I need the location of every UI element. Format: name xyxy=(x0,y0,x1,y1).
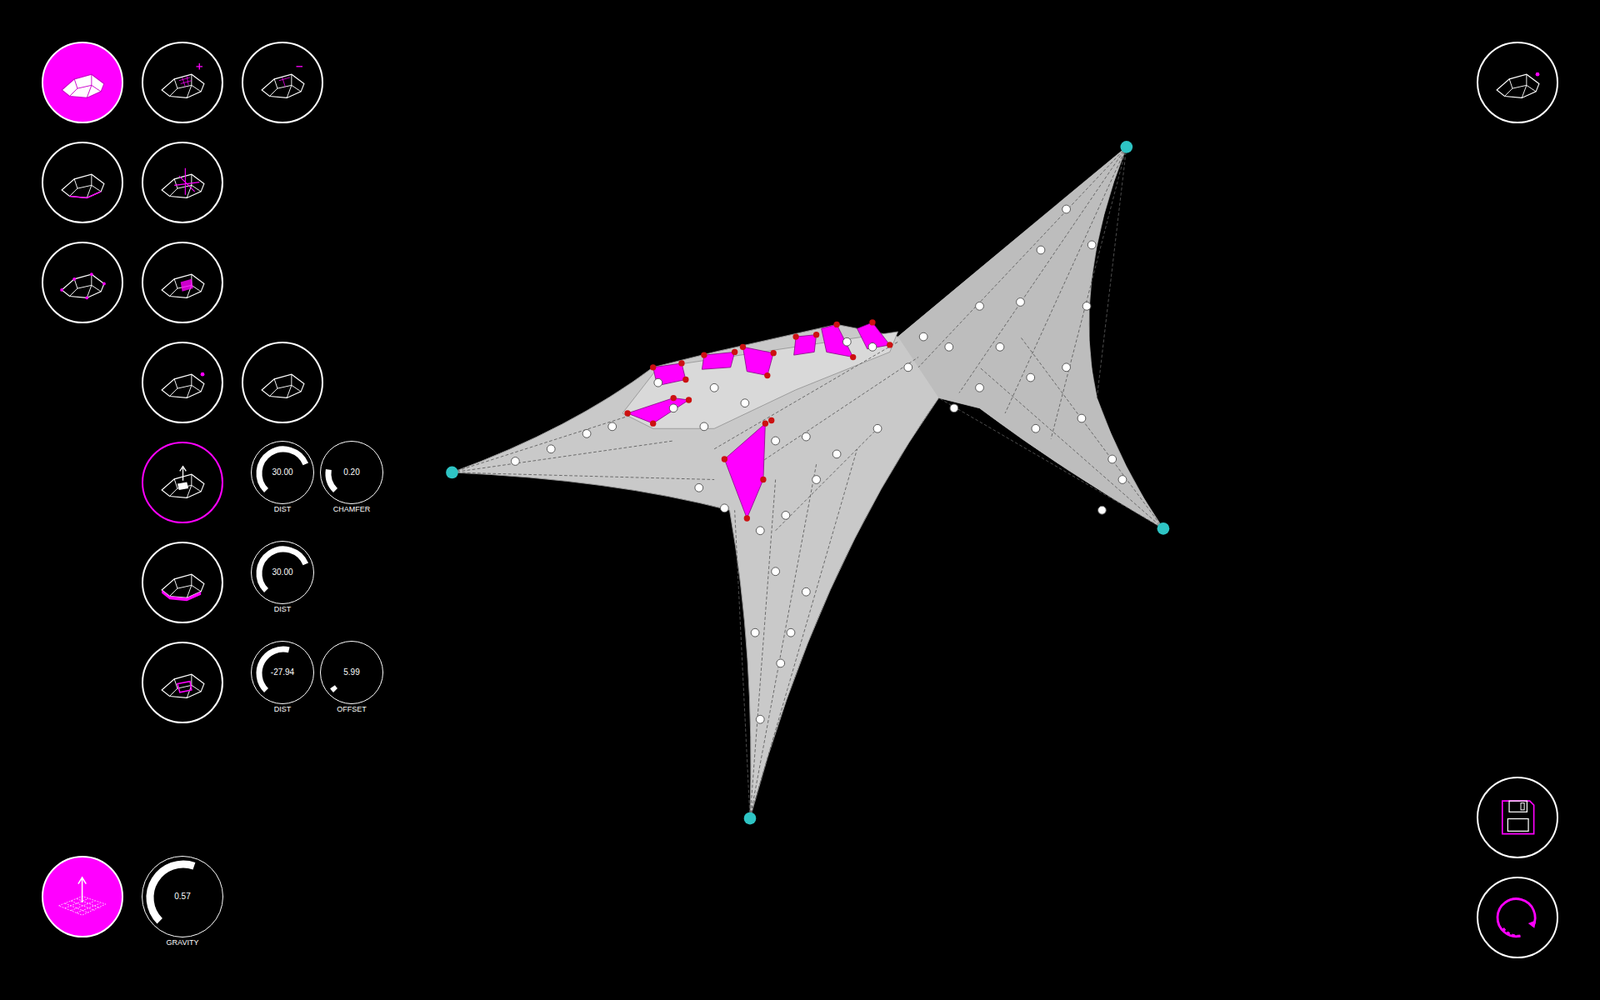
view-button[interactable] xyxy=(1476,41,1559,124)
tool-button[interactable] xyxy=(141,641,224,724)
tool-button[interactable] xyxy=(41,41,124,124)
roof-icon xyxy=(150,50,214,114)
tool-row: 30.00 DIST 0.20 CHAMFER xyxy=(41,441,384,524)
knob-value: 5.99 xyxy=(343,668,360,677)
save-button[interactable] xyxy=(1476,776,1559,859)
gravity-button[interactable] xyxy=(41,855,124,938)
tool-row xyxy=(41,141,384,224)
tool-button[interactable] xyxy=(141,441,224,524)
knob-value: 30.00 xyxy=(271,568,293,577)
tool-row: -27.94 DIST 5.99 OFFSET xyxy=(41,641,384,724)
roof-icon xyxy=(50,150,114,214)
knob-label: DIST xyxy=(274,505,292,514)
knob-value: -27.94 xyxy=(270,668,295,677)
refresh-icon xyxy=(1485,885,1549,949)
knob-label: DIST xyxy=(274,705,292,714)
knob[interactable]: -27.94 DIST xyxy=(250,640,315,714)
knob-label: DIST xyxy=(274,605,292,614)
app: 30.00 DIST 0.20 CHAMFER 30.00 DIST -27.94 DIST 5… xyxy=(0,0,1600,1000)
tool-button[interactable] xyxy=(41,141,124,224)
floppy-icon xyxy=(1490,790,1545,845)
roof-icon xyxy=(150,150,214,214)
knob-label: OFFSET xyxy=(336,705,367,714)
knob-label: CHAMFER xyxy=(333,505,371,514)
refresh-button[interactable] xyxy=(1476,876,1559,959)
knob[interactable]: 0.20 CHAMFER xyxy=(320,440,384,514)
right-toolbar xyxy=(1435,0,1600,1000)
knob[interactable]: 0.57 GRAVITY xyxy=(141,855,224,947)
tool-button[interactable] xyxy=(241,41,324,124)
tool-button[interactable] xyxy=(141,341,224,424)
gravity-row: 0.57 GRAVITY xyxy=(41,855,384,959)
tool-row xyxy=(41,341,384,424)
roof-icon xyxy=(150,650,214,714)
tool-button[interactable] xyxy=(241,341,324,424)
knob[interactable]: 30.00 DIST xyxy=(250,540,315,614)
tool-row: 30.00 DIST xyxy=(41,541,384,624)
knob[interactable]: 30.00 DIST xyxy=(250,440,315,514)
knob[interactable]: 5.99 OFFSET xyxy=(320,640,384,714)
roof-icon xyxy=(150,350,214,414)
left-toolbar: 30.00 DIST 0.20 CHAMFER 30.00 DIST -27.94 DIST 5… xyxy=(0,0,425,1000)
tool-row xyxy=(41,41,384,124)
roof-icon xyxy=(50,50,114,114)
knob-label: GRAVITY xyxy=(166,939,200,947)
knob-value: 30.00 xyxy=(271,468,293,477)
roof-icon xyxy=(1485,50,1549,114)
tool-row xyxy=(41,241,384,324)
tool-button[interactable] xyxy=(41,241,124,324)
tool-button[interactable] xyxy=(141,41,224,124)
knob-value: 0.57 xyxy=(174,892,190,901)
tool-button[interactable] xyxy=(141,141,224,224)
roof-icon xyxy=(150,450,214,514)
roof-icon xyxy=(250,350,314,414)
tool-button[interactable] xyxy=(141,241,224,324)
tensile-structure-icon[interactable] xyxy=(0,0,1600,1000)
roof-icon xyxy=(150,550,214,614)
roof-icon xyxy=(50,250,114,314)
roof-icon xyxy=(250,50,314,114)
gravity-grid-icon xyxy=(50,865,114,928)
roof-icon xyxy=(150,250,214,314)
tool-button[interactable] xyxy=(141,541,224,624)
knob-value: 0.20 xyxy=(343,468,360,477)
